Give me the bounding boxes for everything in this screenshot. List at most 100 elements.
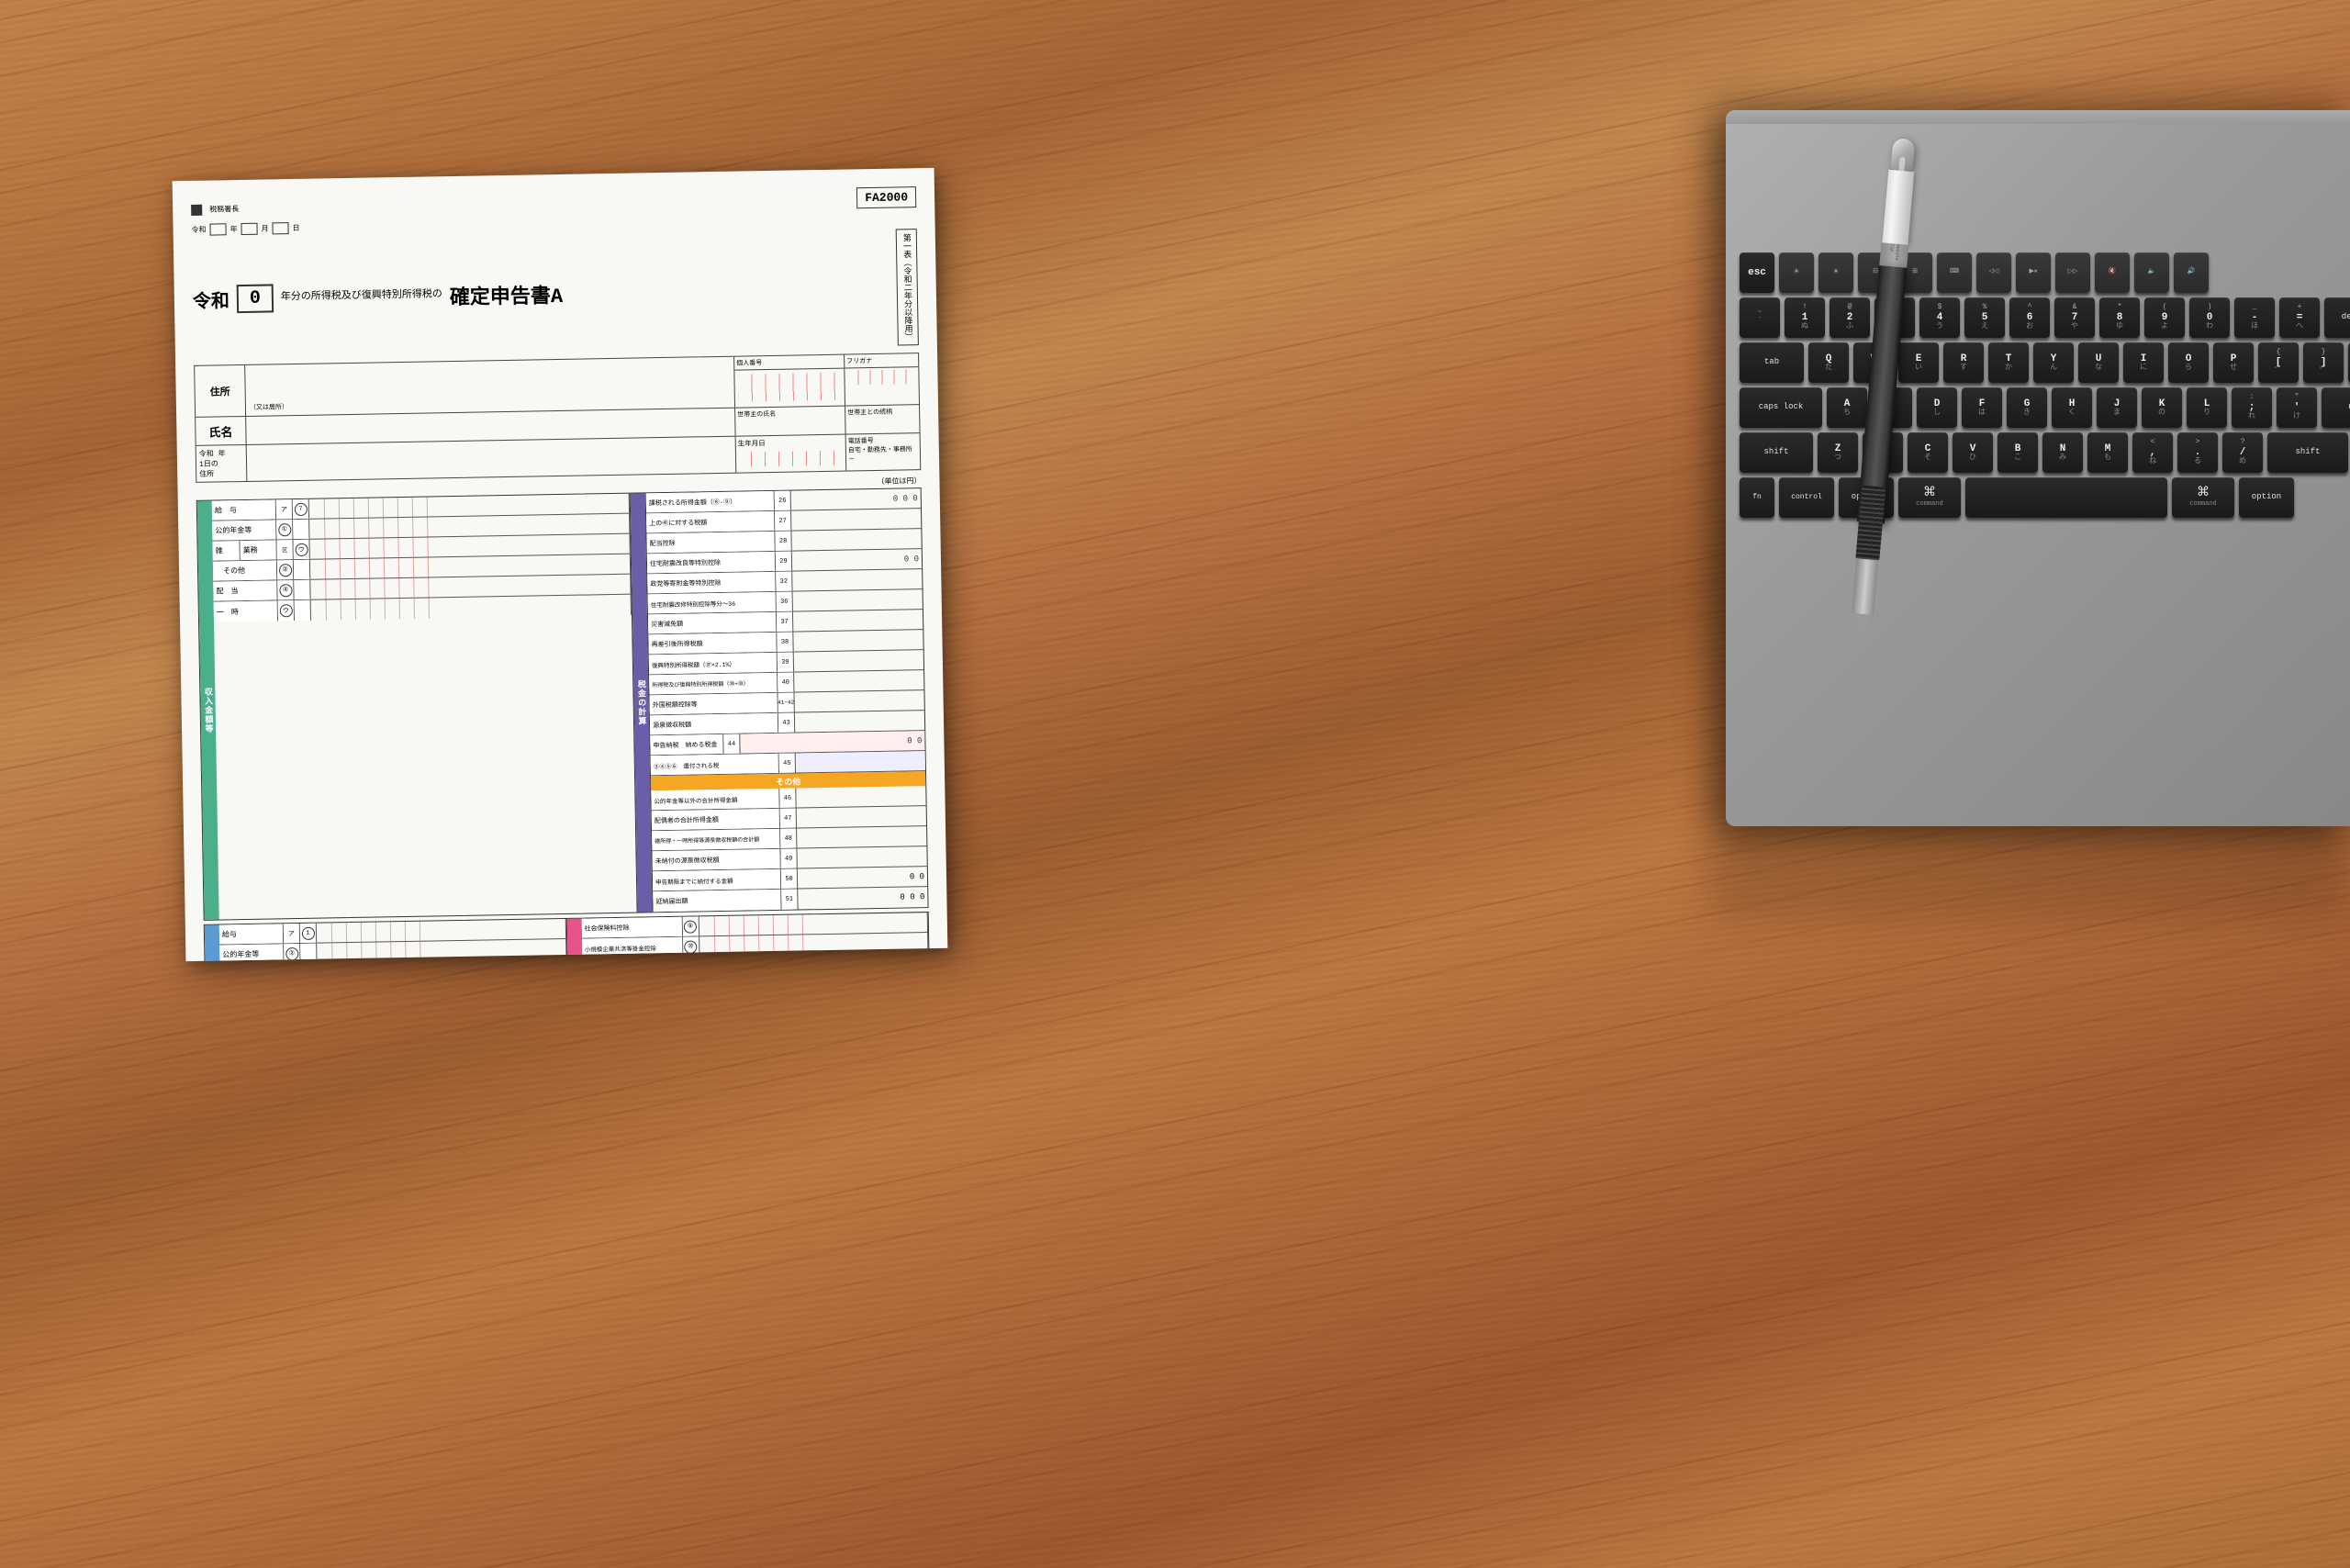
key-b[interactable]: Bこ bbox=[1998, 432, 2038, 473]
right-form-section: 課税される所得金額（⑧-⑨） 26 0 0 0 上の㊶に対する税額 27 配当控… bbox=[645, 488, 928, 912]
key-d[interactable]: Dし bbox=[1917, 387, 1957, 428]
o4 bbox=[354, 559, 369, 578]
key-f6[interactable]: ◁◁ bbox=[1976, 252, 2011, 293]
key-j[interactable]: Jま bbox=[2097, 387, 2137, 428]
p9 bbox=[427, 517, 442, 536]
b7 bbox=[397, 538, 412, 557]
key-c[interactable]: Cそ bbox=[1908, 432, 1948, 473]
key-0[interactable]: )0わ bbox=[2189, 297, 2230, 338]
idr-9-label: 社会保険料控除 bbox=[581, 917, 682, 938]
tax-44-val: 0 0 bbox=[907, 736, 922, 745]
key-p[interactable]: Pせ bbox=[2213, 342, 2254, 383]
c4 bbox=[353, 498, 368, 518]
key-r[interactable]: Rす bbox=[1943, 342, 1984, 383]
key-return[interactable]: return bbox=[2322, 387, 2350, 428]
key-2[interactable]: @2ふ bbox=[1830, 297, 1870, 338]
key-9[interactable]: (9よ bbox=[2144, 297, 2185, 338]
misc-label: 雑 bbox=[212, 541, 240, 561]
key-equal[interactable]: +=へ bbox=[2279, 297, 2320, 338]
pension-label: 公的年金等 bbox=[212, 520, 276, 540]
key-1[interactable]: !1ぬ bbox=[1785, 297, 1825, 338]
key-semicolon[interactable]: :;れ bbox=[2232, 387, 2272, 428]
key-command-right[interactable]: ⌘ command bbox=[2172, 477, 2234, 518]
key-8[interactable]: *8ゆ bbox=[2099, 297, 2140, 338]
key-caps[interactable]: caps lock bbox=[1740, 387, 1822, 428]
tax-50-num: 50 bbox=[781, 869, 798, 889]
key-space[interactable] bbox=[1965, 477, 2167, 518]
key-f8[interactable]: ▷▷ bbox=[2055, 252, 2090, 293]
b1 bbox=[309, 539, 324, 558]
key-period[interactable]: >.る bbox=[2177, 432, 2218, 473]
key-f[interactable]: Fは bbox=[1962, 387, 2002, 428]
dividend-num2 bbox=[294, 580, 310, 599]
key-5[interactable]: %5え bbox=[1964, 297, 2005, 338]
key-4[interactable]: $4う bbox=[1919, 297, 1960, 338]
tax-43-label: 源泉徴収税額 bbox=[650, 713, 778, 734]
title-subtitle: 年分の所得税及び復興特別所得税の bbox=[281, 289, 442, 304]
o3 bbox=[340, 559, 354, 578]
key-y[interactable]: Yん bbox=[2033, 342, 2074, 383]
tax-36-num: 36 bbox=[777, 592, 793, 611]
dividend-circle: ④ bbox=[279, 584, 292, 597]
key-7[interactable]: &7や bbox=[2054, 297, 2095, 338]
key-f1[interactable]: ☀ bbox=[1779, 252, 1814, 293]
key-n[interactable]: Nみ bbox=[2042, 432, 2083, 473]
key-i[interactable]: Iに bbox=[2123, 342, 2164, 383]
mynum-section: 個人番号 bbox=[734, 355, 845, 408]
keyboard[interactable]: esc ☀ ☀ ⊟ ⊞ ⌨ ◁◁ bbox=[1740, 252, 2336, 522]
key-6[interactable]: ^6お bbox=[2009, 297, 2050, 338]
key-esc[interactable]: esc bbox=[1740, 252, 1774, 293]
key-tab[interactable]: tab bbox=[1740, 342, 1804, 383]
key-q[interactable]: Qた bbox=[1808, 342, 1849, 383]
key-m[interactable]: Mも bbox=[2087, 432, 2128, 473]
key-f10[interactable]: 🔈 bbox=[2134, 252, 2169, 293]
key-shift-right[interactable]: shift bbox=[2267, 432, 2348, 473]
idr-9-num: ⑨ bbox=[682, 916, 699, 935]
key-o[interactable]: Oら bbox=[2168, 342, 2209, 383]
relationship-label: 世帯主との続柄 bbox=[845, 405, 920, 433]
key-rbracket[interactable]: }]゜ bbox=[2303, 342, 2344, 383]
tax-41-num: 41~42 bbox=[778, 693, 794, 712]
key-g[interactable]: Gき bbox=[2007, 387, 2047, 428]
key-f9[interactable]: 🔇 bbox=[2095, 252, 2130, 293]
key-tilde[interactable]: ~` bbox=[1740, 297, 1780, 338]
key-v[interactable]: Vひ bbox=[1953, 432, 1993, 473]
key-quote[interactable]: "'け bbox=[2277, 387, 2317, 428]
biz-num: 区 bbox=[276, 540, 293, 559]
d3 bbox=[340, 579, 354, 599]
address-content: （又は居所） bbox=[245, 357, 735, 416]
key-f5[interactable]: ⌨ bbox=[1937, 252, 1972, 293]
key-u[interactable]: Uな bbox=[2078, 342, 2119, 383]
key-minus[interactable]: _-ほ bbox=[2234, 297, 2275, 338]
dividend-label: 配 当 bbox=[213, 580, 277, 600]
p4 bbox=[353, 519, 368, 538]
key-comma[interactable]: <,ね bbox=[2132, 432, 2173, 473]
tax-51-num: 51 bbox=[781, 890, 798, 910]
key-option-right[interactable]: option bbox=[2239, 477, 2294, 518]
key-command-left[interactable]: ⌘ command bbox=[1898, 477, 1961, 518]
tax-46-cells bbox=[796, 786, 925, 807]
key-shift-left[interactable]: shift bbox=[1740, 432, 1813, 473]
b2 bbox=[324, 539, 339, 558]
key-z[interactable]: Zつ bbox=[1818, 432, 1858, 473]
key-f7[interactable]: ▶⏸ bbox=[2016, 252, 2051, 293]
tax-37-num: 37 bbox=[777, 612, 793, 632]
key-lbracket[interactable]: {[゛ bbox=[2258, 342, 2299, 383]
key-t[interactable]: Tか bbox=[1988, 342, 2029, 383]
key-e[interactable]: Eい bbox=[1898, 342, 1939, 383]
key-f2[interactable]: ☀ bbox=[1818, 252, 1853, 293]
key-k[interactable]: Kの bbox=[2142, 387, 2182, 428]
key-h[interactable]: Hく bbox=[2052, 387, 2092, 428]
other-num2 bbox=[294, 560, 310, 579]
occasional-num2 bbox=[295, 600, 311, 621]
dc22 bbox=[331, 943, 346, 961]
birth-label-cell: 令和 年 1日の 住所 bbox=[196, 445, 248, 482]
birth-date-field bbox=[738, 451, 844, 467]
key-control[interactable]: control bbox=[1779, 477, 1834, 518]
key-l[interactable]: Lり bbox=[2187, 387, 2227, 428]
key-fn[interactable]: fn bbox=[1740, 477, 1774, 518]
key-f11[interactable]: 🔊 bbox=[2174, 252, 2209, 293]
key-delete[interactable]: delete bbox=[2324, 297, 2350, 338]
key-slash[interactable]: ?/め bbox=[2222, 432, 2263, 473]
p3 bbox=[339, 519, 353, 538]
